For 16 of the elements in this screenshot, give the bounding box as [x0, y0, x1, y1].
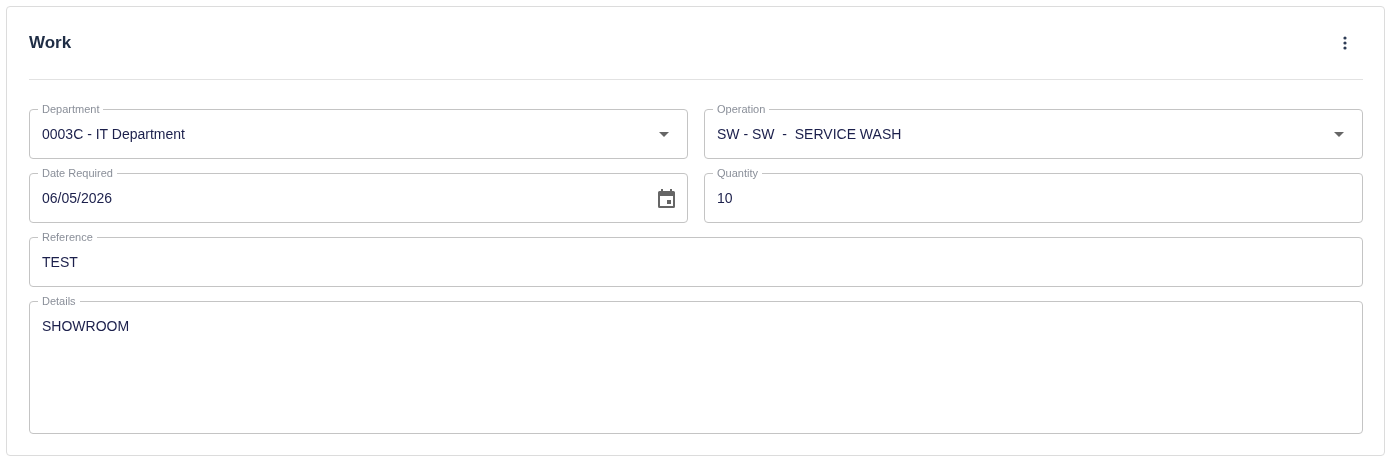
- field-value: 10: [717, 190, 733, 206]
- field-label: Details: [38, 295, 80, 308]
- caret-icon: [1334, 131, 1344, 137]
- field-value: SHOWROOM: [42, 318, 130, 334]
- field-value: SW - SW - SERVICE WASH: [717, 126, 902, 142]
- field-label: Operation: [713, 103, 770, 116]
- field-label: Department: [38, 103, 104, 116]
- field-value: 06/05/2026: [42, 190, 113, 206]
- field-label: Date Required: [38, 167, 117, 180]
- field-label: Quantity: [713, 167, 762, 180]
- field-label: Reference: [38, 231, 97, 244]
- field-value: TEST: [42, 254, 78, 270]
- caret-icon: [659, 131, 669, 137]
- field-value: 0003C - IT Department: [42, 126, 185, 142]
- calendar-icon: [658, 188, 675, 208]
- card-title: Work: [29, 33, 72, 53]
